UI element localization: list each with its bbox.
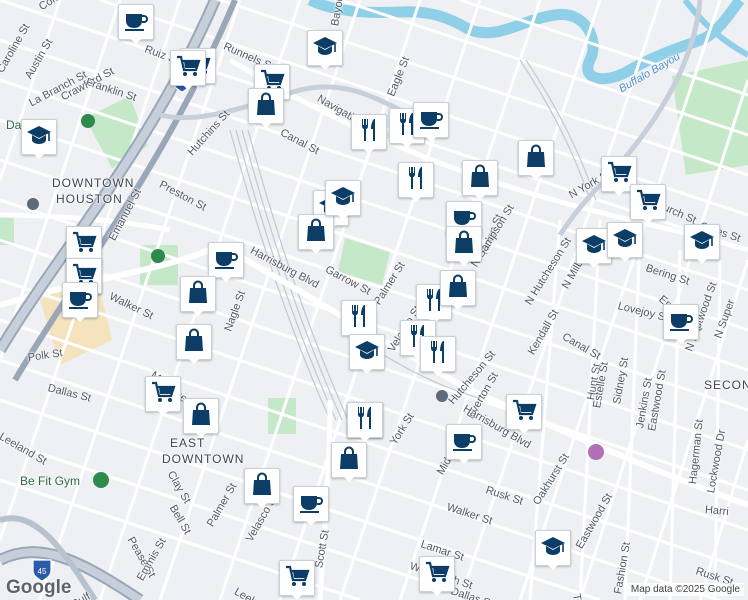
shopping-cart-icon <box>606 159 632 190</box>
shop-pin[interactable] <box>248 88 284 128</box>
graduation-cap-icon <box>312 33 338 64</box>
fork-knife-icon <box>403 165 429 196</box>
map-attribution[interactable]: Map data ©2025 Google <box>626 583 744 596</box>
shopping-bag-icon <box>445 273 471 304</box>
school-pin[interactable] <box>349 334 385 374</box>
cafe-pin[interactable] <box>62 282 98 322</box>
fork-knife-icon <box>356 117 382 148</box>
school-pin[interactable] <box>607 222 643 262</box>
grocery-pin[interactable] <box>419 556 455 596</box>
school-pin[interactable] <box>307 30 343 70</box>
coffee-cup-icon <box>418 105 444 136</box>
graduation-cap-icon <box>354 337 380 368</box>
shopping-bag-icon <box>303 217 329 248</box>
neighborhood-label: DOWNTOWN <box>162 452 245 466</box>
coffee-cup-icon <box>67 285 93 316</box>
shopping-bag-icon <box>185 279 211 310</box>
shop-pin[interactable] <box>462 160 498 200</box>
fork-knife-icon <box>352 405 378 436</box>
shop-pin[interactable] <box>298 214 334 254</box>
shop-pin[interactable] <box>446 226 482 266</box>
shopping-bag-icon <box>523 143 549 174</box>
school-pin[interactable] <box>684 224 720 264</box>
map-canvas[interactable]: 69 45 Commerce StCaroline StAustin StLa … <box>0 0 748 600</box>
shopping-cart-icon <box>511 397 537 428</box>
poi-label: Be Fit Gym <box>20 474 81 488</box>
shopping-bag-icon <box>467 163 493 194</box>
graduation-cap-icon <box>689 227 715 258</box>
restaurant-pin[interactable] <box>398 162 434 202</box>
neighborhood-label: DOWNTOWN <box>52 176 135 190</box>
school-pin[interactable] <box>325 180 361 220</box>
neighborhood-label: EAST <box>170 436 206 450</box>
cafe-pin[interactable] <box>293 486 329 526</box>
shopping-bag-icon <box>336 445 362 476</box>
shopping-bag-icon <box>451 229 477 260</box>
shopping-cart-icon <box>71 229 97 260</box>
street-label: Harri <box>704 504 730 519</box>
shopping-cart-icon <box>284 563 310 594</box>
graduation-cap-icon <box>581 231 607 262</box>
school-pin[interactable] <box>21 119 57 159</box>
cafe-pin[interactable] <box>446 424 482 464</box>
shopping-bag-icon <box>253 91 279 122</box>
school-pin[interactable] <box>535 530 571 570</box>
graduation-cap-icon <box>26 122 52 153</box>
shop-pin[interactable] <box>440 270 476 310</box>
restaurant-pin[interactable] <box>351 114 387 154</box>
shopping-cart-icon <box>175 53 201 84</box>
graduation-cap-icon <box>540 533 566 564</box>
grocery-pin[interactable] <box>506 394 542 434</box>
shopping-bag-icon <box>249 471 275 502</box>
shop-pin[interactable] <box>180 276 216 316</box>
shopping-cart-icon <box>150 379 176 410</box>
graduation-cap-icon <box>612 225 638 256</box>
shopping-bag-icon <box>188 401 214 432</box>
coffee-cup-icon <box>298 489 324 520</box>
grocery-pin[interactable] <box>170 50 206 90</box>
shop-pin[interactable] <box>176 324 212 364</box>
cafe-pin[interactable] <box>663 304 699 344</box>
coffee-cup-icon <box>213 245 239 276</box>
fork-knife-icon <box>425 339 451 370</box>
restaurant-pin[interactable] <box>347 402 383 442</box>
restaurant-pin[interactable] <box>420 336 456 376</box>
google-logo: Google <box>6 577 72 598</box>
grocery-pin[interactable] <box>630 184 666 224</box>
grocery-pin[interactable] <box>279 560 315 600</box>
shopping-bag-icon <box>181 327 207 358</box>
shop-pin[interactable] <box>244 468 280 508</box>
neighborhood-label: SECON <box>704 378 748 392</box>
graduation-cap-icon <box>330 183 356 214</box>
cafe-pin[interactable] <box>413 102 449 142</box>
svg-text:45: 45 <box>38 567 47 576</box>
coffee-cup-icon <box>123 7 149 38</box>
shop-pin[interactable] <box>331 442 367 482</box>
neighborhood-label: HOUSTON <box>56 192 123 206</box>
coffee-cup-icon <box>668 307 694 338</box>
grocery-pin[interactable] <box>145 376 181 416</box>
coffee-cup-icon <box>451 427 477 458</box>
shopping-cart-icon <box>424 559 450 590</box>
fork-knife-icon <box>346 303 372 334</box>
shop-pin[interactable] <box>183 398 219 438</box>
cafe-pin[interactable] <box>118 4 154 44</box>
shopping-cart-icon <box>635 187 661 218</box>
shop-pin[interactable] <box>518 140 554 180</box>
